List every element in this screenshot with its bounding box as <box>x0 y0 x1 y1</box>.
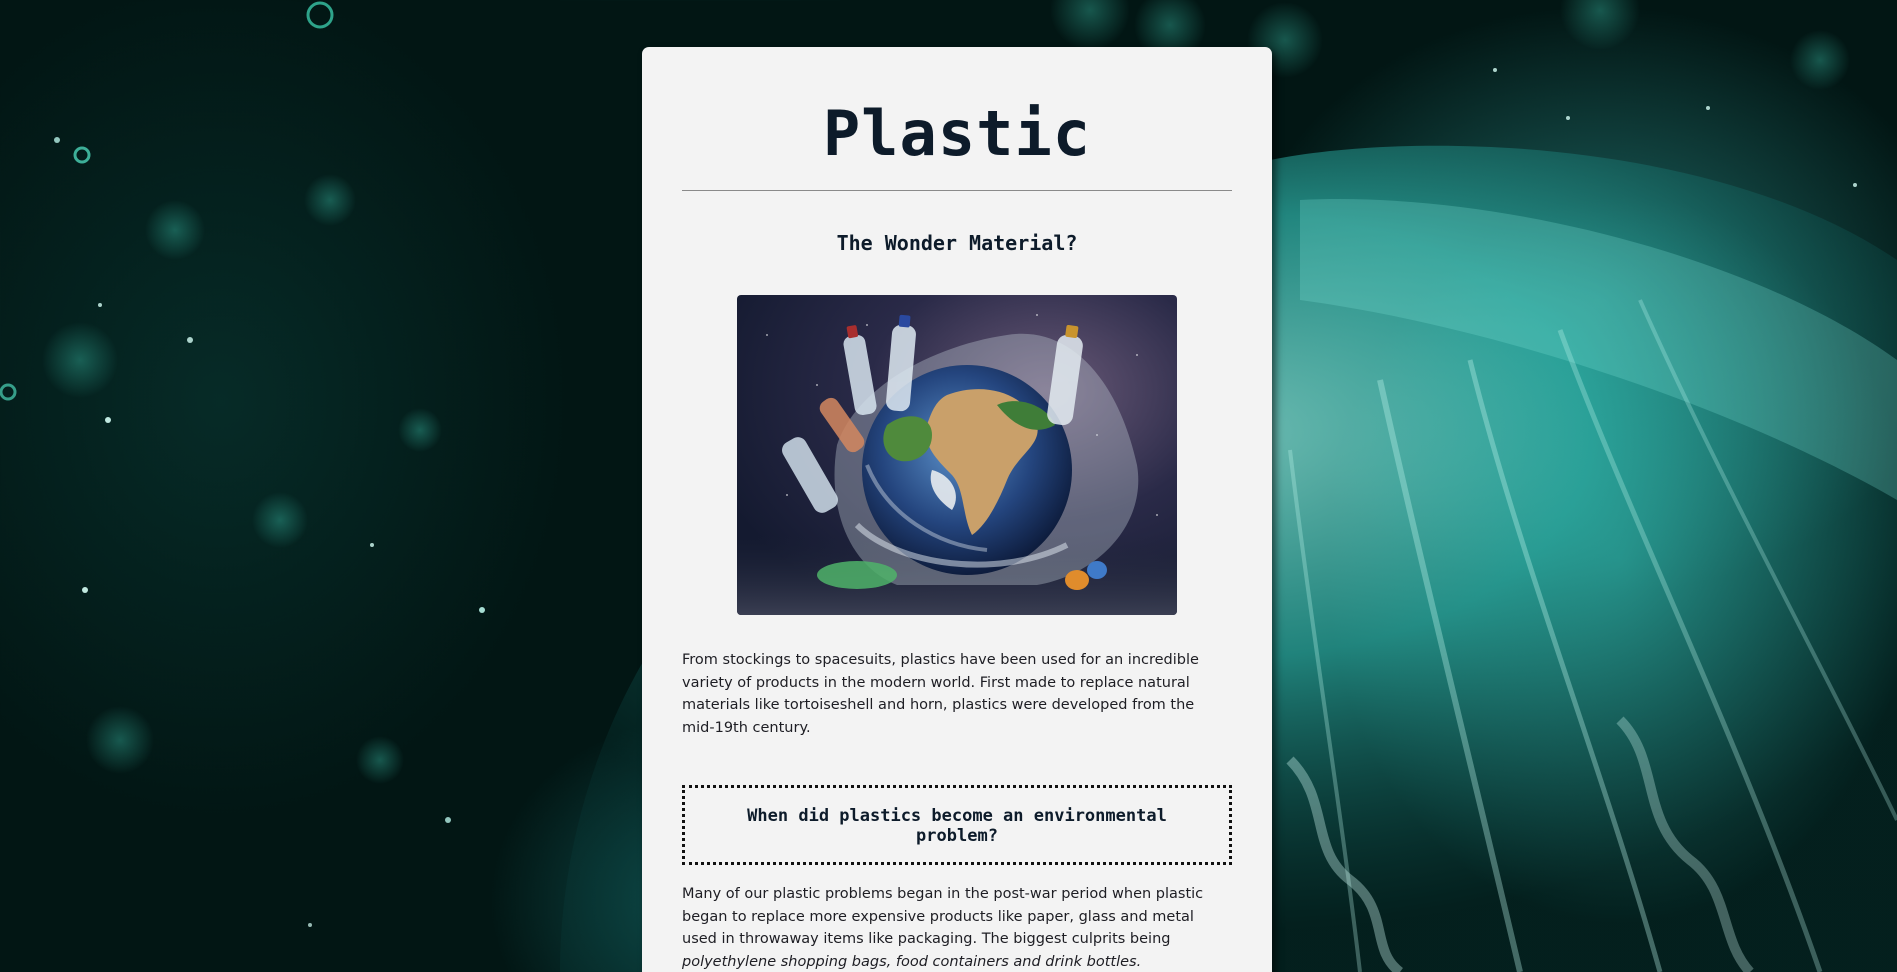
section-paragraph-emphasis: polyethylene shopping bags, food contain… <box>682 953 1142 970</box>
page-subtitle: The Wonder Material? <box>836 231 1078 255</box>
section-heading-box: When did plastics become an environmenta… <box>682 785 1232 865</box>
section-heading: When did plastics become an environmenta… <box>747 806 1167 846</box>
earth-plastic-image <box>737 295 1177 615</box>
intro-paragraph: From stockings to spacesuits, plastics h… <box>682 652 1199 736</box>
page-title: Plastic <box>822 97 1092 170</box>
section-paragraph-text: Many of our plastic problems began in th… <box>682 886 1204 947</box>
content-card: Plastic The Wonder Material? From stocki… <box>642 47 1272 972</box>
title-divider <box>682 190 1232 191</box>
section-paragraph: Many of our plastic problems began in th… <box>682 883 1227 972</box>
